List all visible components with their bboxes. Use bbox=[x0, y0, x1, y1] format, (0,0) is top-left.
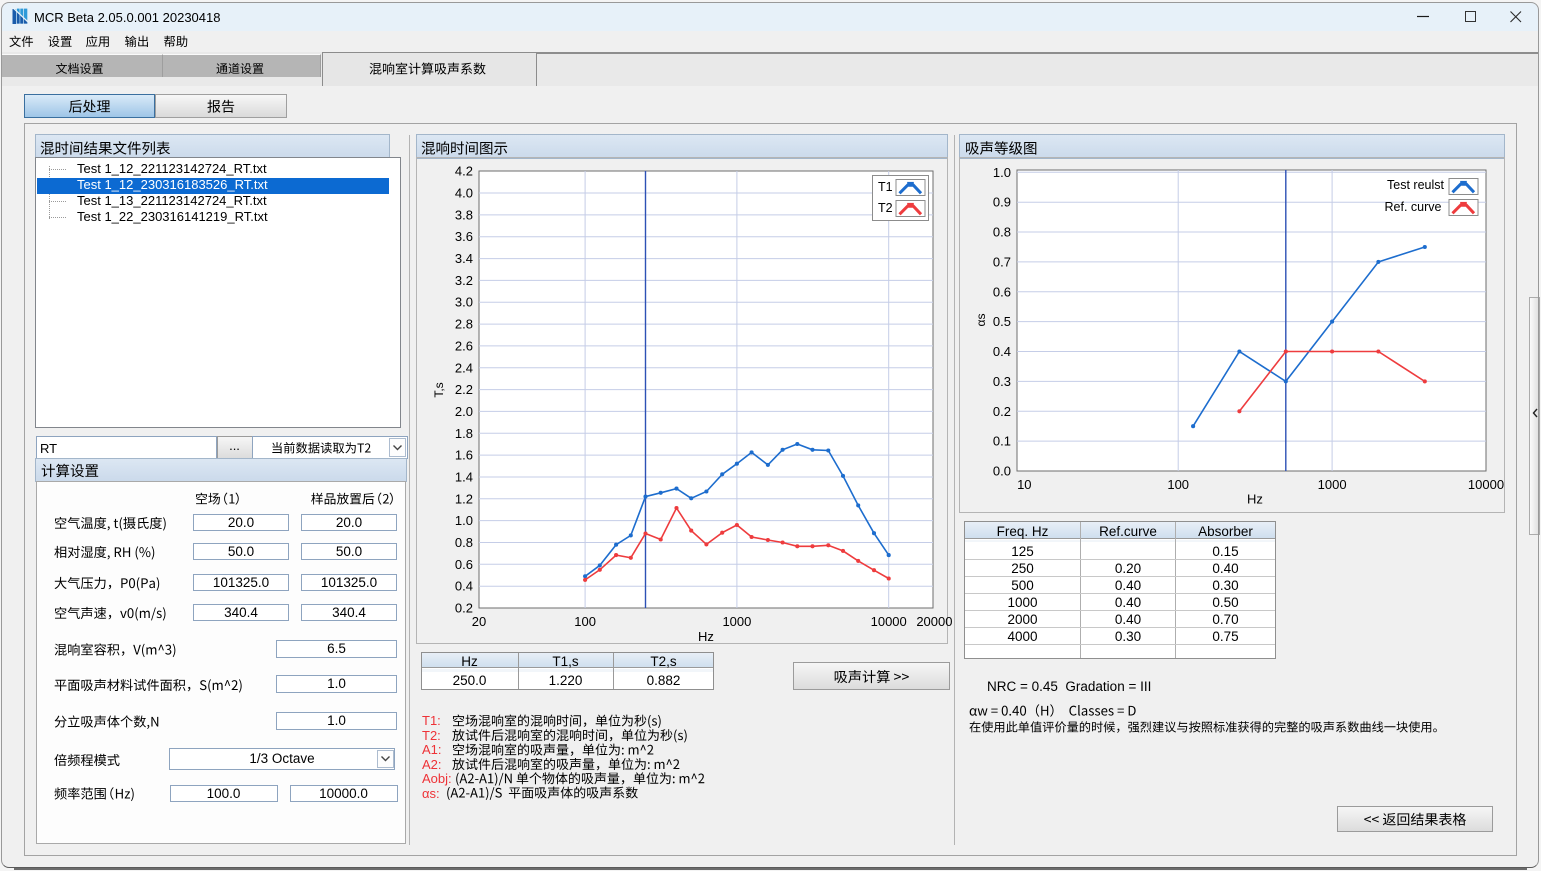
svg-text:2.2: 2.2 bbox=[455, 382, 473, 397]
svg-text:0.7: 0.7 bbox=[993, 254, 1011, 269]
svg-text:Ref. curve: Ref. curve bbox=[1385, 200, 1442, 214]
svg-text:0.0: 0.0 bbox=[993, 464, 1011, 479]
svg-text:T,s: T,s bbox=[432, 382, 446, 397]
svg-text:T2: T2 bbox=[878, 201, 893, 215]
svg-text:0.6: 0.6 bbox=[455, 557, 473, 572]
svg-text:1.2: 1.2 bbox=[455, 491, 473, 506]
svg-text:4.2: 4.2 bbox=[455, 164, 473, 179]
svg-text:Test reulst: Test reulst bbox=[1387, 178, 1444, 192]
svg-text:1000: 1000 bbox=[1318, 477, 1347, 492]
svg-text:0.8: 0.8 bbox=[993, 225, 1011, 240]
svg-text:1.6: 1.6 bbox=[455, 448, 473, 463]
svg-text:0.4: 0.4 bbox=[455, 579, 473, 594]
svg-text:100: 100 bbox=[574, 614, 596, 629]
svg-text:10: 10 bbox=[1017, 477, 1031, 492]
svg-text:0.5: 0.5 bbox=[993, 314, 1011, 329]
svg-text:1.8: 1.8 bbox=[455, 426, 473, 441]
svg-text:0.4: 0.4 bbox=[993, 344, 1011, 359]
svg-text:0.6: 0.6 bbox=[993, 284, 1011, 299]
svg-text:0.8: 0.8 bbox=[455, 535, 473, 550]
svg-text:2.0: 2.0 bbox=[455, 404, 473, 419]
svg-text:1.0: 1.0 bbox=[455, 513, 473, 528]
svg-text:0.3: 0.3 bbox=[993, 374, 1011, 389]
svg-text:2.8: 2.8 bbox=[455, 317, 473, 332]
svg-text:Hz: Hz bbox=[698, 629, 714, 644]
svg-text:3.4: 3.4 bbox=[455, 251, 473, 266]
svg-text:2.4: 2.4 bbox=[455, 360, 473, 375]
svg-text:0.1: 0.1 bbox=[993, 434, 1011, 449]
svg-text:Hz: Hz bbox=[1247, 492, 1263, 507]
svg-text:20000: 20000 bbox=[916, 614, 952, 629]
svg-text:3.2: 3.2 bbox=[455, 273, 473, 288]
svg-text:100: 100 bbox=[1167, 477, 1189, 492]
svg-text:1.4: 1.4 bbox=[455, 470, 473, 485]
svg-text:3.8: 3.8 bbox=[455, 207, 473, 222]
svg-text:0.2: 0.2 bbox=[993, 404, 1011, 419]
svg-text:0.9: 0.9 bbox=[993, 195, 1011, 210]
svg-text:10000: 10000 bbox=[1468, 477, 1504, 492]
svg-text:2.6: 2.6 bbox=[455, 338, 473, 353]
svg-text:1000: 1000 bbox=[722, 614, 751, 629]
svg-text:10000: 10000 bbox=[871, 614, 907, 629]
svg-text:αs: αs bbox=[974, 314, 988, 327]
svg-text:3.0: 3.0 bbox=[455, 295, 473, 310]
svg-text:1.0: 1.0 bbox=[993, 165, 1011, 180]
svg-text:3.6: 3.6 bbox=[455, 229, 473, 244]
svg-text:0.2: 0.2 bbox=[455, 601, 473, 616]
svg-text:20: 20 bbox=[472, 614, 486, 629]
svg-text:T1: T1 bbox=[878, 180, 893, 194]
svg-text:4.0: 4.0 bbox=[455, 186, 473, 201]
